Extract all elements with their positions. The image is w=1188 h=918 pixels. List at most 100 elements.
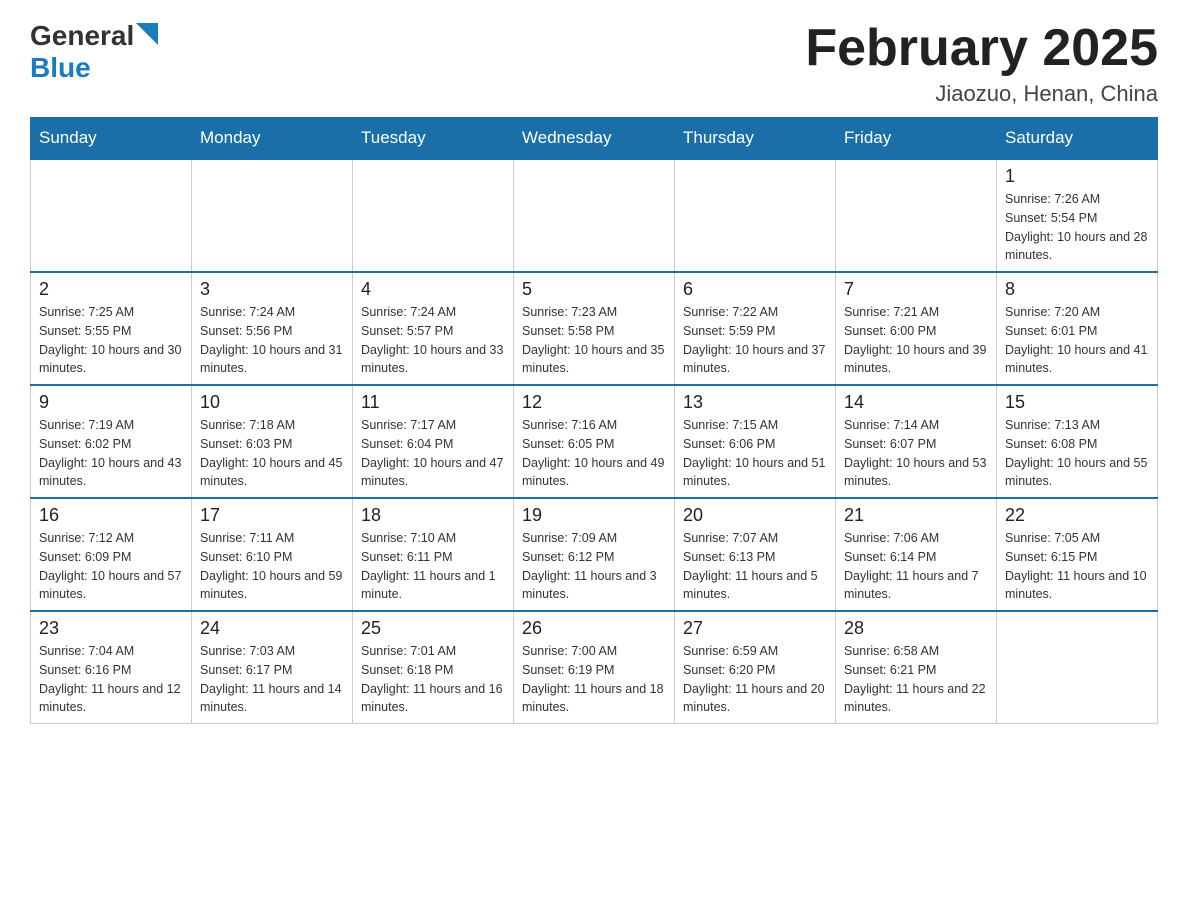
calendar-cell: 19 Sunrise: 7:09 AM Sunset: 6:12 PM Dayli… bbox=[514, 498, 675, 611]
calendar-cell: 14 Sunrise: 7:14 AM Sunset: 6:07 PM Dayli… bbox=[836, 385, 997, 498]
day-sun-info: Sunrise: 7:20 AM Sunset: 6:01 PM Dayligh… bbox=[1005, 303, 1149, 378]
title-section: February 2025 Jiaozuo, Henan, China bbox=[805, 20, 1158, 107]
day-sun-info: Sunrise: 7:24 AM Sunset: 5:56 PM Dayligh… bbox=[200, 303, 344, 378]
calendar-cell: 8 Sunrise: 7:20 AM Sunset: 6:01 PM Daylig… bbox=[997, 272, 1158, 385]
location-subtitle: Jiaozuo, Henan, China bbox=[805, 81, 1158, 107]
day-of-week-header: Sunday bbox=[31, 118, 192, 160]
day-number: 14 bbox=[844, 392, 988, 413]
day-sun-info: Sunrise: 7:05 AM Sunset: 6:15 PM Dayligh… bbox=[1005, 529, 1149, 604]
day-sun-info: Sunrise: 7:21 AM Sunset: 6:00 PM Dayligh… bbox=[844, 303, 988, 378]
calendar-cell: 9 Sunrise: 7:19 AM Sunset: 6:02 PM Daylig… bbox=[31, 385, 192, 498]
calendar-cell: 22 Sunrise: 7:05 AM Sunset: 6:15 PM Dayli… bbox=[997, 498, 1158, 611]
calendar-cell: 28 Sunrise: 6:58 AM Sunset: 6:21 PM Dayli… bbox=[836, 611, 997, 724]
day-number: 18 bbox=[361, 505, 505, 526]
day-number: 9 bbox=[39, 392, 183, 413]
day-number: 27 bbox=[683, 618, 827, 639]
calendar-cell: 17Sunrise: 7:11 AM Sunset: 6:10 PM Dayli… bbox=[192, 498, 353, 611]
day-sun-info: Sunrise: 7:03 AM Sunset: 6:17 PM Dayligh… bbox=[200, 642, 344, 717]
day-number: 28 bbox=[844, 618, 988, 639]
day-sun-info: Sunrise: 7:26 AM Sunset: 5:54 PM Dayligh… bbox=[1005, 190, 1149, 265]
day-number: 3 bbox=[200, 279, 344, 300]
day-number: 2 bbox=[39, 279, 183, 300]
day-of-week-header: Monday bbox=[192, 118, 353, 160]
calendar-cell: 24 Sunrise: 7:03 AM Sunset: 6:17 PM Dayli… bbox=[192, 611, 353, 724]
day-number: 8 bbox=[1005, 279, 1149, 300]
day-sun-info: Sunrise: 7:14 AM Sunset: 6:07 PM Dayligh… bbox=[844, 416, 988, 491]
calendar-cell: 5 Sunrise: 7:23 AM Sunset: 5:58 PM Daylig… bbox=[514, 272, 675, 385]
day-of-week-header: Thursday bbox=[675, 118, 836, 160]
day-sun-info: Sunrise: 7:06 AM Sunset: 6:14 PM Dayligh… bbox=[844, 529, 988, 604]
day-number: 7 bbox=[844, 279, 988, 300]
day-sun-info: Sunrise: 7:23 AM Sunset: 5:58 PM Dayligh… bbox=[522, 303, 666, 378]
month-title: February 2025 bbox=[805, 20, 1158, 77]
calendar-week-row: 2Sunrise: 7:25 AM Sunset: 5:55 PM Daylig… bbox=[31, 272, 1158, 385]
day-sun-info: Sunrise: 7:07 AM Sunset: 6:13 PM Dayligh… bbox=[683, 529, 827, 604]
calendar-cell bbox=[353, 159, 514, 272]
day-sun-info: Sunrise: 7:11 AM Sunset: 6:10 PM Dayligh… bbox=[200, 529, 344, 604]
day-number: 11 bbox=[361, 392, 505, 413]
day-of-week-header: Saturday bbox=[997, 118, 1158, 160]
day-sun-info: Sunrise: 7:04 AM Sunset: 6:16 PM Dayligh… bbox=[39, 642, 183, 717]
day-number: 22 bbox=[1005, 505, 1149, 526]
day-sun-info: Sunrise: 7:22 AM Sunset: 5:59 PM Dayligh… bbox=[683, 303, 827, 378]
day-number: 5 bbox=[522, 279, 666, 300]
day-of-week-header: Tuesday bbox=[353, 118, 514, 160]
day-sun-info: Sunrise: 7:13 AM Sunset: 6:08 PM Dayligh… bbox=[1005, 416, 1149, 491]
calendar-cell: 23 Sunrise: 7:04 AM Sunset: 6:16 PM Dayli… bbox=[31, 611, 192, 724]
day-sun-info: Sunrise: 7:09 AM Sunset: 6:12 PM Dayligh… bbox=[522, 529, 666, 604]
calendar-cell: 3 Sunrise: 7:24 AM Sunset: 5:56 PM Daylig… bbox=[192, 272, 353, 385]
day-sun-info: Sunrise: 7:00 AM Sunset: 6:19 PM Dayligh… bbox=[522, 642, 666, 717]
day-number: 24 bbox=[200, 618, 344, 639]
calendar-week-row: 9 Sunrise: 7:19 AM Sunset: 6:02 PM Daylig… bbox=[31, 385, 1158, 498]
calendar-table: SundayMondayTuesdayWednesdayThursdayFrid… bbox=[30, 117, 1158, 724]
calendar-cell: 11Sunrise: 7:17 AM Sunset: 6:04 PM Dayli… bbox=[353, 385, 514, 498]
calendar-cell bbox=[31, 159, 192, 272]
calendar-cell: 20 Sunrise: 7:07 AM Sunset: 6:13 PM Dayli… bbox=[675, 498, 836, 611]
calendar-cell: 26 Sunrise: 7:00 AM Sunset: 6:19 PM Dayli… bbox=[514, 611, 675, 724]
calendar-cell: 27Sunrise: 6:59 AM Sunset: 6:20 PM Dayli… bbox=[675, 611, 836, 724]
logo-general-text: General bbox=[30, 20, 134, 52]
calendar-cell: 13 Sunrise: 7:15 AM Sunset: 6:06 PM Dayli… bbox=[675, 385, 836, 498]
calendar-cell: 4 Sunrise: 7:24 AM Sunset: 5:57 PM Daylig… bbox=[353, 272, 514, 385]
day-number: 23 bbox=[39, 618, 183, 639]
logo: General Blue bbox=[30, 20, 158, 84]
day-of-week-header: Wednesday bbox=[514, 118, 675, 160]
day-number: 26 bbox=[522, 618, 666, 639]
day-number: 20 bbox=[683, 505, 827, 526]
calendar-cell: 1 Sunrise: 7:26 AM Sunset: 5:54 PM Daylig… bbox=[997, 159, 1158, 272]
day-number: 10 bbox=[200, 392, 344, 413]
calendar-cell: 25 Sunrise: 7:01 AM Sunset: 6:18 PM Dayli… bbox=[353, 611, 514, 724]
calendar-cell bbox=[836, 159, 997, 272]
calendar-cell: 16 Sunrise: 7:12 AM Sunset: 6:09 PM Dayli… bbox=[31, 498, 192, 611]
day-number: 16 bbox=[39, 505, 183, 526]
day-number: 4 bbox=[361, 279, 505, 300]
day-number: 1 bbox=[1005, 166, 1149, 187]
day-sun-info: Sunrise: 7:01 AM Sunset: 6:18 PM Dayligh… bbox=[361, 642, 505, 717]
day-sun-info: Sunrise: 7:12 AM Sunset: 6:09 PM Dayligh… bbox=[39, 529, 183, 604]
calendar-cell: 12 Sunrise: 7:16 AM Sunset: 6:05 PM Dayli… bbox=[514, 385, 675, 498]
day-number: 19 bbox=[522, 505, 666, 526]
day-sun-info: Sunrise: 7:19 AM Sunset: 6:02 PM Dayligh… bbox=[39, 416, 183, 491]
day-number: 25 bbox=[361, 618, 505, 639]
calendar-cell: 21 Sunrise: 7:06 AM Sunset: 6:14 PM Dayli… bbox=[836, 498, 997, 611]
day-sun-info: Sunrise: 7:15 AM Sunset: 6:06 PM Dayligh… bbox=[683, 416, 827, 491]
day-sun-info: Sunrise: 6:58 AM Sunset: 6:21 PM Dayligh… bbox=[844, 642, 988, 717]
day-sun-info: Sunrise: 7:24 AM Sunset: 5:57 PM Dayligh… bbox=[361, 303, 505, 378]
day-of-week-header: Friday bbox=[836, 118, 997, 160]
day-number: 21 bbox=[844, 505, 988, 526]
calendar-cell: 10 Sunrise: 7:18 AM Sunset: 6:03 PM Dayli… bbox=[192, 385, 353, 498]
calendar-cell: 7 Sunrise: 7:21 AM Sunset: 6:00 PM Daylig… bbox=[836, 272, 997, 385]
calendar-header-row: SundayMondayTuesdayWednesdayThursdayFrid… bbox=[31, 118, 1158, 160]
calendar-cell bbox=[997, 611, 1158, 724]
calendar-cell bbox=[675, 159, 836, 272]
day-sun-info: Sunrise: 7:18 AM Sunset: 6:03 PM Dayligh… bbox=[200, 416, 344, 491]
calendar-week-row: 23 Sunrise: 7:04 AM Sunset: 6:16 PM Dayli… bbox=[31, 611, 1158, 724]
day-sun-info: Sunrise: 7:16 AM Sunset: 6:05 PM Dayligh… bbox=[522, 416, 666, 491]
day-number: 15 bbox=[1005, 392, 1149, 413]
calendar-cell: 18Sunrise: 7:10 AM Sunset: 6:11 PM Dayli… bbox=[353, 498, 514, 611]
day-number: 13 bbox=[683, 392, 827, 413]
calendar-cell: 2Sunrise: 7:25 AM Sunset: 5:55 PM Daylig… bbox=[31, 272, 192, 385]
calendar-week-row: 16 Sunrise: 7:12 AM Sunset: 6:09 PM Dayli… bbox=[31, 498, 1158, 611]
logo-blue-text: Blue bbox=[30, 52, 91, 84]
day-number: 12 bbox=[522, 392, 666, 413]
